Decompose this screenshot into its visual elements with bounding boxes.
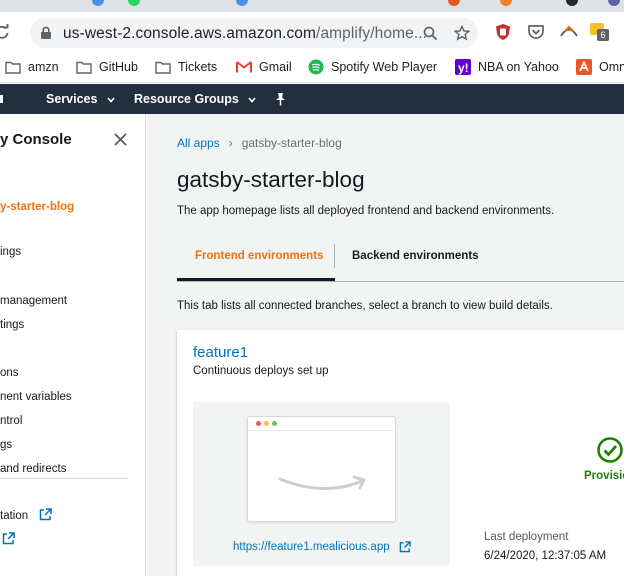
bookmark-nba-yahoo[interactable]: y! NBA on Yahoo	[455, 57, 559, 77]
tab-info-text: This tab lists all connected branches, s…	[177, 300, 553, 312]
bookmark-gmail[interactable]: Gmail	[236, 57, 292, 77]
external-link-icon[interactable]	[2, 532, 15, 545]
app-url-link[interactable]: https://feature1.mealicious.app	[233, 541, 390, 553]
bookmark-label: Gmail	[259, 60, 292, 74]
zoom-icon[interactable]	[423, 26, 438, 41]
last-deployment-label: Last deployment	[484, 531, 569, 543]
bookmark-amzn[interactable]: amzn	[5, 57, 59, 77]
folder-icon	[155, 59, 171, 75]
gmail-icon	[236, 59, 252, 75]
pin-icon[interactable]	[274, 92, 287, 106]
bookmark-omn[interactable]: Omn	[576, 57, 624, 77]
sidebar-item-settings[interactable]: ings	[0, 246, 21, 258]
sidebar-item-domain-management[interactable]: management	[0, 295, 67, 307]
omni-icon	[576, 59, 592, 75]
notes-extension-icon[interactable]: 6	[590, 21, 609, 41]
last-deployment-value: 6/24/2020, 12:37:05 AM	[484, 550, 607, 562]
extension-badge: 6	[597, 29, 609, 41]
active-tab-indicator	[177, 278, 335, 281]
bookmark-star-icon[interactable]	[454, 25, 470, 41]
tab-favicon-icon[interactable]	[608, 0, 620, 6]
sidebar-item-label: tation	[0, 510, 29, 522]
branch-name-link[interactable]: feature1	[193, 344, 248, 361]
success-check-icon	[597, 437, 623, 463]
thumbnail-titlebar	[248, 417, 395, 431]
folder-icon	[5, 59, 21, 75]
folder-icon	[76, 59, 92, 75]
chevron-down-icon	[248, 97, 256, 103]
app-preview: https://feature1.mealicious.app	[193, 402, 450, 566]
tab-backend-environments[interactable]: Backend environments	[352, 250, 479, 262]
sidebar-title: y Console	[0, 131, 72, 148]
bookmark-label: NBA on Yahoo	[478, 60, 559, 74]
extension-icon[interactable]	[560, 25, 578, 39]
bookmark-github[interactable]: GitHub	[76, 57, 138, 77]
window-dot-icon	[264, 421, 269, 426]
sidebar-item-logs[interactable]: gs	[0, 439, 12, 451]
close-icon[interactable]	[114, 133, 127, 146]
page-title: gatsby-starter-blog	[177, 167, 365, 192]
url-text: us-west-2.console.aws.amazon.com/amplify…	[63, 25, 428, 42]
environment-tabs: Frontend environments Backend environmen…	[177, 244, 624, 282]
bookmark-tickets[interactable]: Tickets	[155, 57, 217, 77]
resource-groups-label: Resource Groups	[134, 92, 239, 106]
branch-description: Continuous deploys set up	[193, 365, 329, 377]
branch-card: feature1 Continuous deploys set up https…	[177, 330, 624, 576]
aws-top-nav: Services Resource Groups	[0, 84, 624, 114]
tab-favicon-icon[interactable]	[236, 0, 248, 6]
sidebar-item-notifications[interactable]: ons	[0, 367, 19, 379]
lock-icon[interactable]	[40, 26, 52, 40]
sidebar-item-access-control[interactable]: ntrol	[0, 415, 22, 427]
tab-divider	[334, 244, 335, 268]
breadcrumb: All apps › gatsby-starter-blog	[177, 136, 342, 150]
chevron-down-icon	[107, 97, 115, 103]
svg-text:y!: y!	[458, 61, 469, 75]
ublock-extension-icon[interactable]	[494, 23, 512, 41]
resource-groups-menu[interactable]: Resource Groups	[134, 92, 256, 106]
window-dot-icon	[256, 421, 261, 426]
spotify-icon	[308, 59, 324, 75]
bookmark-label: GitHub	[99, 60, 138, 74]
reload-icon[interactable]	[0, 24, 10, 40]
tab-favicon-icon[interactable]	[128, 0, 140, 6]
aws-logo-icon[interactable]	[0, 95, 3, 103]
tab-favicon-icon[interactable]	[92, 0, 104, 6]
chevron-right-icon: ›	[228, 136, 233, 150]
sidebar-item-documentation[interactable]: tation	[0, 508, 53, 522]
browser-window-thumbnail[interactable]	[247, 416, 396, 522]
tab-favicon-icon[interactable]	[448, 0, 460, 6]
browser-tab-strip	[0, 0, 624, 12]
breadcrumb-current: gatsby-starter-blog	[241, 136, 342, 150]
sidebar-divider	[0, 478, 128, 479]
address-bar[interactable]: us-west-2.console.aws.amazon.com/amplify…	[30, 18, 478, 48]
bookmark-label: amzn	[28, 60, 59, 74]
status-label: Provisio	[584, 470, 624, 482]
bookmark-label: Tickets	[178, 60, 218, 74]
page-description: The app homepage lists all deployed fron…	[177, 205, 555, 217]
sidebar-item-rewrites-redirects[interactable]: and redirects	[0, 463, 66, 475]
bookmarks-bar: amzn GitHub Tickets Gmail Spotify Web Pl…	[0, 52, 624, 83]
window-dot-icon	[272, 421, 277, 426]
sidebar-item-app[interactable]: y-starter-blog	[0, 201, 74, 213]
services-menu[interactable]: Services	[46, 92, 115, 106]
bookmark-spotify[interactable]: Spotify Web Player	[308, 57, 437, 77]
amazon-smile-icon	[278, 475, 366, 490]
yahoo-icon: y!	[455, 59, 471, 75]
external-link-icon[interactable]	[399, 541, 411, 553]
bookmark-label: Omn	[599, 60, 624, 74]
tab-favicon-icon[interactable]	[566, 0, 578, 6]
tab-favicon-icon[interactable]	[500, 0, 512, 6]
breadcrumb-all-apps[interactable]: All apps	[177, 136, 220, 150]
browser-toolbar: us-west-2.console.aws.amazon.com/amplify…	[0, 12, 624, 52]
sidebar-item-environment-variables[interactable]: nent variables	[0, 391, 72, 403]
tab-frontend-environments[interactable]: Frontend environments	[195, 250, 323, 262]
sidebar: y Console y-starter-blog ings management…	[0, 114, 146, 576]
bookmark-label: Spotify Web Player	[331, 60, 438, 74]
pocket-extension-icon[interactable]	[527, 23, 545, 41]
services-label: Services	[46, 92, 98, 106]
external-link-icon	[40, 508, 53, 521]
main-content: All apps › gatsby-starter-blog gatsby-star…	[147, 114, 624, 576]
sidebar-item-build-settings[interactable]: tings	[0, 319, 24, 331]
